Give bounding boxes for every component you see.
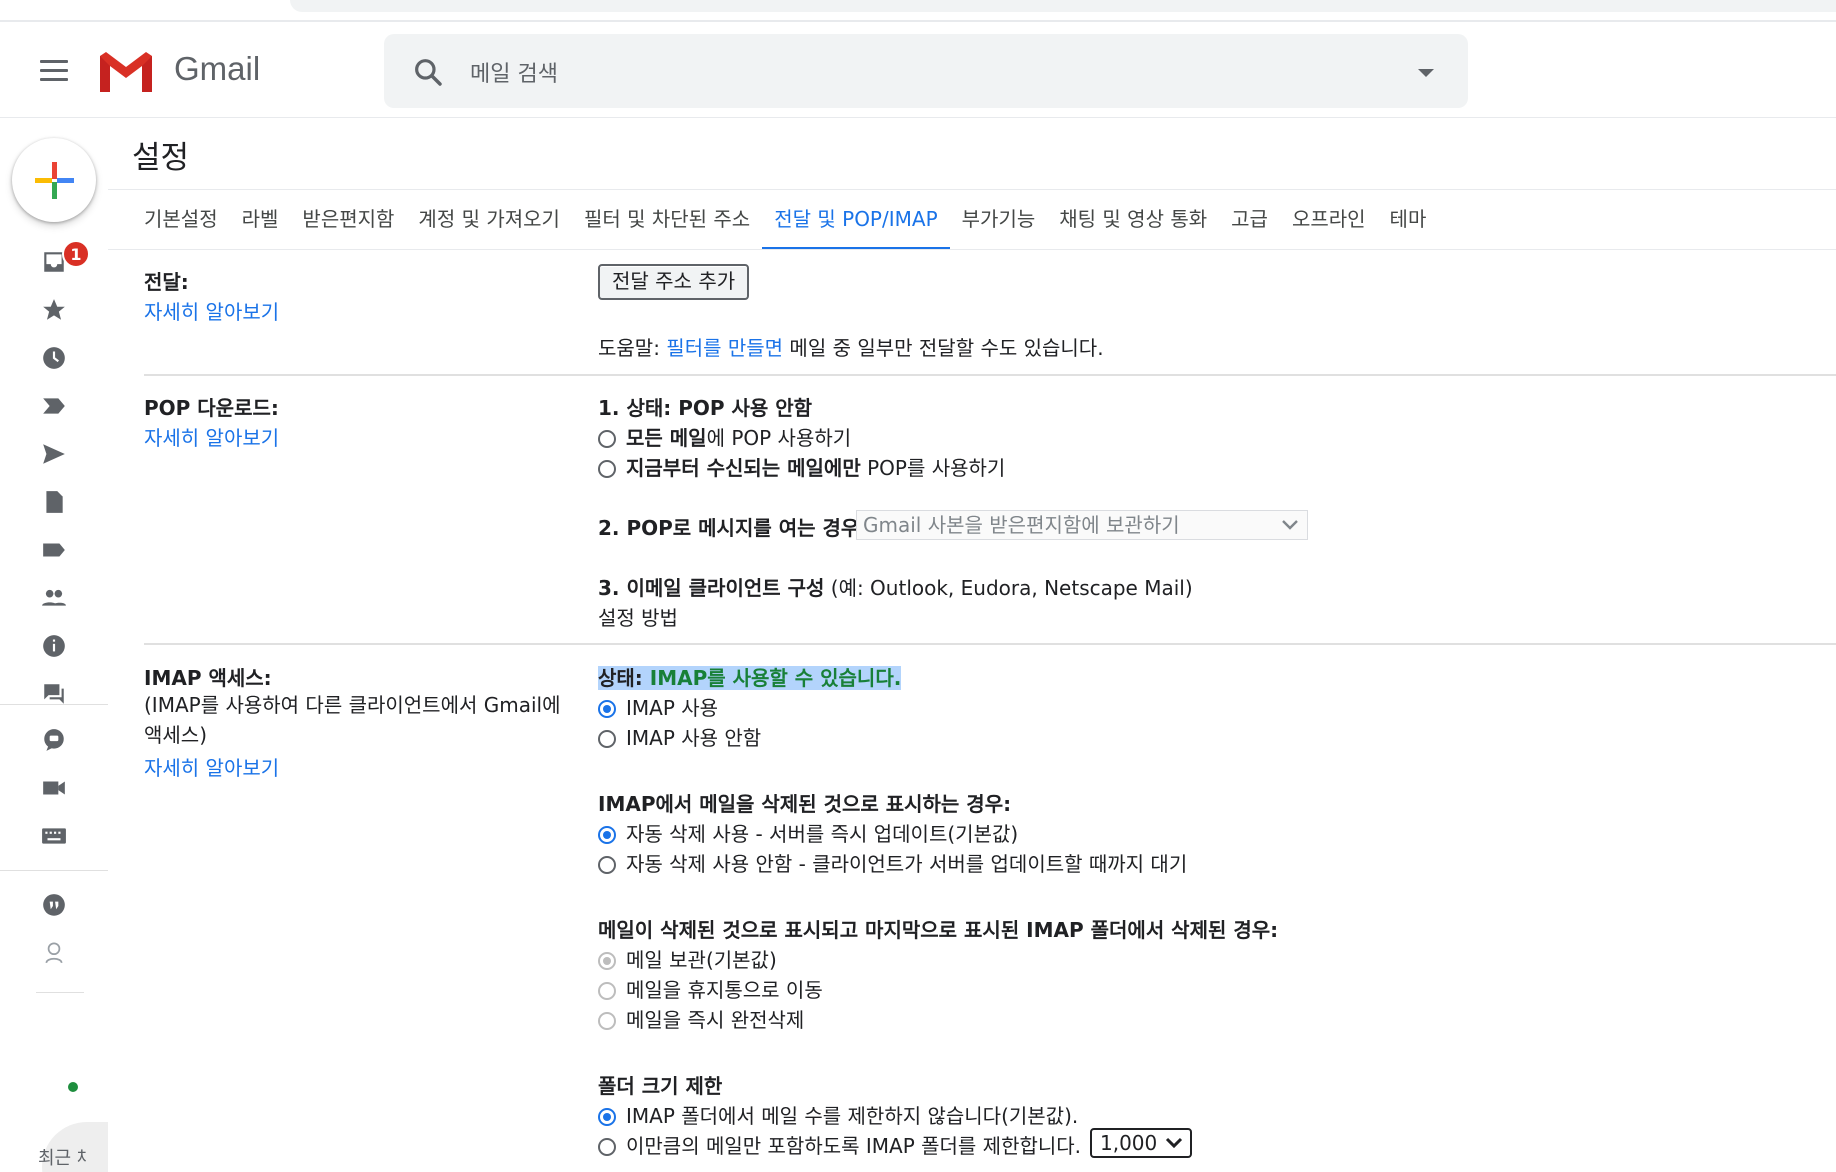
tip-suffix: 메일 중 일부만 전달할 수도 있습니다. bbox=[783, 336, 1104, 360]
imap-disable-option[interactable]: IMAP 사용 안함 bbox=[598, 722, 761, 751]
tab-themes[interactable]: 테마 bbox=[1378, 200, 1439, 250]
tab-accounts[interactable]: 계정 및 가져오기 bbox=[406, 200, 572, 250]
label-icon[interactable] bbox=[40, 536, 68, 564]
tab-offline[interactable]: 오프라인 bbox=[1280, 200, 1378, 250]
menu-icon[interactable] bbox=[40, 60, 68, 81]
forwarding-learn-more-link[interactable]: 자세히 알아보기 bbox=[144, 296, 279, 325]
recent-label: 최근 채 bbox=[38, 1148, 86, 1169]
auto-expunge-on-option[interactable]: 자동 삭제 사용 - 서버를 즉시 업데이트(기본값) bbox=[598, 818, 1018, 847]
user-avatar-icon[interactable] bbox=[40, 938, 68, 966]
keyboard-icon[interactable] bbox=[40, 822, 68, 850]
auto-expunge-off-option[interactable]: 자동 삭제 사용 안함 - 클라이언트가 서버를 업데이트할 때까지 대기 bbox=[598, 848, 1187, 877]
tab-forwarding-pop-imap[interactable]: 전달 및 POP/IMAP bbox=[762, 200, 950, 250]
section-divider bbox=[144, 374, 1836, 376]
people-icon[interactable] bbox=[40, 584, 68, 612]
tab-inbox[interactable]: 받은편지함 bbox=[290, 200, 406, 250]
unread-badge: 1 bbox=[62, 240, 90, 268]
title-divider bbox=[108, 189, 1836, 190]
tip-prefix: 도움말: bbox=[598, 336, 667, 360]
folder-size-heading: 폴더 크기 제한 bbox=[598, 1074, 723, 1098]
video-icon[interactable] bbox=[40, 774, 68, 802]
tab-addons[interactable]: 부가기능 bbox=[950, 200, 1048, 250]
search-input[interactable]: 메일 검색 bbox=[470, 56, 558, 88]
tab-chat-meet[interactable]: 채팅 및 영상 통화 bbox=[1047, 200, 1219, 250]
chevron-down-icon bbox=[1282, 520, 1298, 530]
rail-divider bbox=[0, 870, 108, 871]
delete-forever-option: 메일을 즉시 완전삭제 bbox=[598, 1004, 804, 1033]
imap-disable-radio[interactable] bbox=[598, 730, 616, 748]
search-options-icon[interactable] bbox=[1418, 69, 1434, 77]
gmail-logo-icon[interactable] bbox=[96, 48, 156, 94]
left-rail: 1 최근 채 bbox=[0, 118, 108, 1172]
no-limit-option[interactable]: IMAP 폴더에서 메일 수를 제한하지 않습니다(기본값). bbox=[598, 1100, 1078, 1129]
pop-new-radio[interactable] bbox=[598, 460, 616, 478]
move-trash-option: 메일을 휴지통으로 이동 bbox=[598, 974, 823, 1003]
chat-icon[interactable] bbox=[40, 726, 68, 754]
auto-expunge-on-radio[interactable] bbox=[598, 826, 616, 844]
tab-general[interactable]: 기본설정 bbox=[144, 200, 230, 250]
limit-radio[interactable] bbox=[598, 1138, 616, 1156]
info-icon[interactable] bbox=[40, 632, 68, 660]
clock-icon[interactable] bbox=[40, 344, 68, 372]
delete-forever-radio bbox=[598, 1012, 616, 1030]
tab-filters[interactable]: 필터 및 차단된 주소 bbox=[572, 200, 762, 250]
auto-expunge-off-radio[interactable] bbox=[598, 856, 616, 874]
pop-when-open-label: 2. POP로 메시지를 여는 경우 bbox=[598, 516, 860, 540]
search-bar[interactable]: 메일 검색 bbox=[384, 34, 1468, 108]
pop-all-radio[interactable] bbox=[598, 430, 616, 448]
setup-instructions-link[interactable]: 설정 방법 bbox=[598, 602, 678, 631]
tab-advanced[interactable]: 고급 bbox=[1219, 200, 1280, 250]
imap-enable-radio[interactable] bbox=[598, 700, 616, 718]
pop-new-mail-option[interactable]: 지금부터 수신되는 메일에만 POP를 사용하기 bbox=[598, 452, 1005, 481]
add-forwarding-address-button[interactable]: 전달 주소 추가 bbox=[598, 264, 750, 300]
settings-tabs: 기본설정 라벨 받은편지함 계정 및 가져오기 필터 및 차단된 주소 전달 및… bbox=[144, 200, 1438, 250]
keep-mail-option: 메일 보관(기본값) bbox=[598, 944, 777, 973]
rail-divider bbox=[36, 992, 84, 993]
imap-delete-heading: IMAP에서 메일을 삭제된 것으로 표시하는 경우: bbox=[598, 792, 1012, 816]
limit-option[interactable]: 이만큼의 메일만 포함하도록 IMAP 폴더를 제한합니다. bbox=[598, 1130, 1081, 1159]
rail-divider bbox=[0, 704, 108, 705]
pop-status: 1. 상태: POP 사용 안함 bbox=[598, 396, 813, 420]
pop-learn-more-link[interactable]: 자세히 알아보기 bbox=[144, 422, 279, 451]
page-title: 설정 bbox=[132, 140, 190, 176]
browser-strip bbox=[0, 0, 1836, 22]
hangouts-icon[interactable] bbox=[40, 892, 68, 920]
pop-when-open-select[interactable]: Gmail 사본을 받은편지함에 보관하기 bbox=[856, 510, 1308, 540]
imap-expunge-heading: 메일이 삭제된 것으로 표시되고 마지막으로 표시된 IMAP 폴더에서 삭제된… bbox=[598, 918, 1279, 942]
star-icon[interactable] bbox=[40, 296, 68, 324]
important-icon[interactable] bbox=[40, 392, 68, 420]
app-name: Gmail bbox=[174, 50, 261, 87]
pop-all-mail-option[interactable]: 모든 메일에 POP 사용하기 bbox=[598, 422, 851, 451]
imap-enable-option[interactable]: IMAP 사용 bbox=[598, 692, 718, 721]
search-icon[interactable] bbox=[412, 56, 444, 88]
no-limit-radio[interactable] bbox=[598, 1108, 616, 1126]
imap-status: 상태: IMAP를 사용할 수 있습니다. bbox=[598, 666, 902, 690]
forwarding-label: 전달: bbox=[144, 270, 189, 294]
folder-limit-select[interactable]: 1,000 bbox=[1090, 1128, 1192, 1158]
tab-labels[interactable]: 라벨 bbox=[230, 200, 291, 250]
app-bar: Gmail 메일 검색 bbox=[0, 22, 1836, 118]
online-status-dot bbox=[66, 1080, 80, 1094]
section-divider bbox=[144, 643, 1836, 645]
send-icon[interactable] bbox=[40, 440, 68, 468]
forwarding-tip: 도움말: 필터를 만들면 메일 중 일부만 전달할 수도 있습니다. bbox=[598, 332, 1104, 361]
pop-label: POP 다운로드: bbox=[144, 396, 279, 420]
pop-client-config: 3. 이메일 클라이언트 구성 (예: Outlook, Eudora, Net… bbox=[598, 576, 1193, 600]
compose-plus-icon bbox=[35, 162, 74, 199]
tabs-divider bbox=[108, 249, 1836, 250]
chevron-down-icon bbox=[1165, 1137, 1183, 1149]
compose-button[interactable] bbox=[12, 138, 96, 222]
imap-label: IMAP 액세스: bbox=[144, 666, 272, 690]
imap-learn-more-link[interactable]: 자세히 알아보기 bbox=[144, 752, 279, 781]
imap-description: (IMAP를 사용하여 다른 클라이언트에서 Gmail에 액세스) bbox=[144, 693, 561, 747]
create-filter-link[interactable]: 필터를 만들면 bbox=[666, 336, 783, 360]
draft-icon[interactable] bbox=[40, 488, 68, 516]
keep-mail-radio bbox=[598, 952, 616, 970]
move-trash-radio bbox=[598, 982, 616, 1000]
